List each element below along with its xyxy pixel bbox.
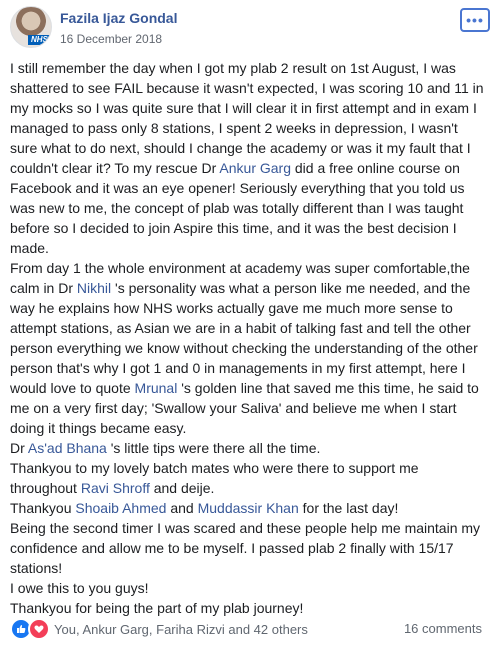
paragraph-6: Being the second timer I was scared and … [10, 518, 486, 578]
post-body: I still remember the day when I got my p… [10, 58, 486, 618]
paragraph-2: From day 1 the whole environment at acad… [10, 258, 486, 438]
reactions-text[interactable]: You, Ankur Garg, Fariha Rizvi and 42 oth… [54, 622, 308, 637]
post-text: for the last day! [298, 500, 399, 516]
mention-link[interactable]: Nikhil [77, 280, 111, 296]
post-text: 's personality was what a person like me… [10, 280, 478, 396]
post-text: Thankyou [10, 500, 76, 516]
post-text: and deije. [149, 480, 215, 496]
post-text: I owe this to you guys! [10, 580, 149, 596]
comments-count[interactable]: 16 comments [404, 621, 482, 636]
post-text: and [166, 500, 198, 516]
mention-link[interactable]: Ankur Garg [219, 160, 291, 176]
author-name[interactable]: Fazila Ijaz Gondal [60, 10, 177, 26]
post-text: 's little tips were there all the time. [106, 440, 321, 456]
reactions-summary[interactable]: You, Ankur Garg, Fariha Rizvi and 42 oth… [10, 618, 308, 640]
post-text: Thankyou for being the part of my plab j… [10, 600, 304, 616]
mention-link[interactable]: Mrunal [135, 380, 178, 396]
paragraph-3: Dr As'ad Bhana 's little tips were there… [10, 438, 486, 458]
mention-link[interactable]: As'ad Bhana [28, 440, 107, 456]
post-text: Being the second timer I was scared and … [10, 520, 481, 576]
nhs-badge: NHS [28, 35, 51, 45]
more-icon: ••• [466, 12, 484, 28]
paragraph-8: Thankyou for being the part of my plab j… [10, 598, 486, 618]
paragraph-5: Thankyou Shoaib Ahmed and Muddassir Khan… [10, 498, 486, 518]
mention-link[interactable]: Ravi Shroff [81, 480, 150, 496]
paragraph-4: Thankyou to my lovely batch mates who we… [10, 458, 486, 498]
more-options-button[interactable]: ••• [460, 8, 490, 32]
post-text: Dr [10, 440, 28, 456]
paragraph-7: I owe this to you guys! [10, 578, 486, 598]
post-header: NHS Fazila Ijaz Gondal 16 December 2018 … [10, 6, 492, 54]
heart-icon [28, 618, 50, 640]
post-date[interactable]: 16 December 2018 [60, 32, 162, 46]
post-footer: You, Ankur Garg, Fariha Rizvi and 42 oth… [10, 618, 482, 642]
mention-link[interactable]: Muddassir Khan [198, 500, 299, 516]
post-text: I still remember the day when I got my p… [10, 60, 484, 176]
paragraph-1: I still remember the day when I got my p… [10, 58, 486, 258]
avatar[interactable]: NHS [10, 6, 52, 48]
mention-link[interactable]: Shoaib Ahmed [75, 500, 166, 516]
